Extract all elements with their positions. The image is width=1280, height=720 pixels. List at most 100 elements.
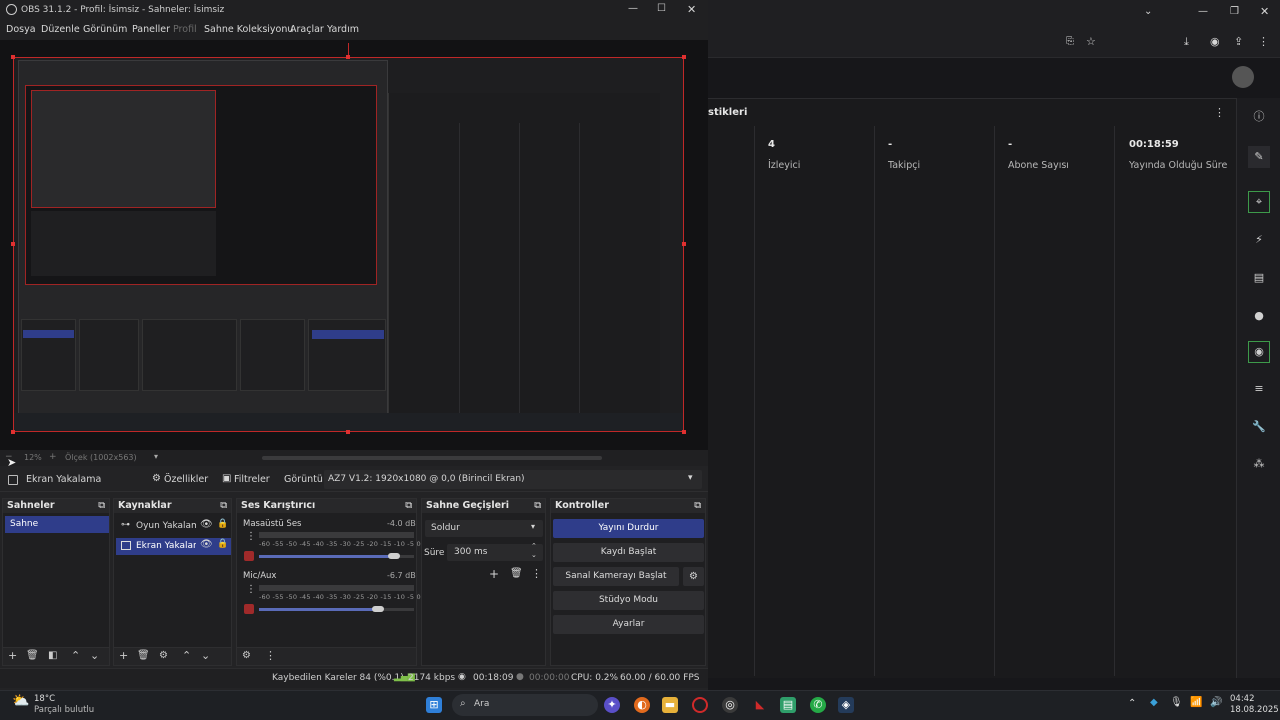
zoom-scale[interactable]: Ölçek (1002x563) xyxy=(65,453,137,462)
menu-file[interactable]: Dosya xyxy=(6,24,36,35)
filters-button[interactable]: Filtreler xyxy=(234,474,270,485)
eye-icon[interactable]: 👁 xyxy=(200,539,213,550)
kebab-icon[interactable]: ⋮ xyxy=(265,649,276,662)
volume-slider-handle[interactable] xyxy=(388,553,400,559)
kebab-icon[interactable]: ⋮ xyxy=(246,584,256,595)
move-up-icon[interactable]: ⌃ xyxy=(71,649,80,662)
preview-capture[interactable] xyxy=(13,57,684,432)
layers-icon[interactable]: ≡ xyxy=(1251,381,1267,397)
pencil-icon[interactable]: ✎ xyxy=(1248,146,1270,168)
app-icon[interactable]: ◣ xyxy=(752,697,768,713)
share-icon[interactable]: ⇪ xyxy=(1234,35,1243,48)
bolt-icon[interactable]: ⚡ xyxy=(1251,232,1267,248)
studio-mode-button[interactable]: Stüdyo Modu xyxy=(553,591,704,610)
download-icon[interactable]: ⤓ xyxy=(1184,35,1189,49)
scene-item[interactable]: Sahne xyxy=(5,516,109,533)
menu-scene-collection[interactable]: Sahne Koleksiyonu xyxy=(204,24,293,35)
undock-icon[interactable]: ⧉ xyxy=(220,499,227,513)
resize-handle[interactable] xyxy=(11,242,15,246)
source-item[interactable]: ⊶ Oyun Yakalama 👁 🔒 xyxy=(116,518,231,535)
speaker-icon[interactable]: 🔊 xyxy=(1210,697,1222,708)
trash-icon[interactable]: 🗑 xyxy=(26,650,39,661)
filters-icon[interactable]: ◧ xyxy=(48,650,57,661)
weather-icon[interactable]: ⛅ xyxy=(12,693,29,709)
resize-handle[interactable] xyxy=(682,430,686,434)
minimize-icon[interactable]: — xyxy=(628,3,638,14)
chat-icon[interactable]: ● xyxy=(1251,308,1267,324)
star-icon[interactable]: ☆ xyxy=(1086,35,1096,48)
volume-slider-handle[interactable] xyxy=(372,606,384,612)
chevron-up-icon[interactable]: ⌃ xyxy=(531,542,537,550)
resize-handle[interactable] xyxy=(682,242,686,246)
copilot-icon[interactable]: ✦ xyxy=(604,697,620,713)
nodes-icon[interactable]: ⁂ xyxy=(1251,456,1267,472)
undock-icon[interactable]: ⧉ xyxy=(98,499,105,513)
trash-icon[interactable]: 🗑 xyxy=(137,650,150,661)
duration-stepper[interactable]: 300 ms ⌃ ⌄ xyxy=(447,542,543,561)
undock-icon[interactable]: ⧉ xyxy=(534,499,541,513)
obs-icon[interactable]: ◎ xyxy=(722,697,738,713)
opera-icon[interactable] xyxy=(692,697,708,713)
document-icon[interactable]: ▤ xyxy=(1251,270,1267,286)
wifi-icon[interactable]: 📶 xyxy=(1190,697,1202,708)
install-icon[interactable]: ⎘ xyxy=(1066,36,1074,47)
notes-icon[interactable]: ▤ xyxy=(780,697,796,713)
close-icon[interactable]: ✕ xyxy=(1260,5,1269,18)
resize-handle[interactable] xyxy=(682,55,686,59)
gear-icon[interactable]: ⚙ xyxy=(159,650,168,661)
restore-icon[interactable]: ❐ xyxy=(1230,6,1239,17)
kebab-icon[interactable]: ⋮ xyxy=(531,567,542,580)
resize-handle[interactable] xyxy=(346,55,350,59)
menu-profile[interactable]: Profil xyxy=(173,24,197,35)
settings-button[interactable]: Ayarlar xyxy=(553,615,704,634)
extension-icon[interactable]: ◉ xyxy=(1210,35,1220,48)
gear-icon[interactable]: ⚙ xyxy=(152,473,161,484)
chevron-down-icon[interactable]: ⌄ xyxy=(1144,6,1152,17)
menu-tools[interactable]: Araçlar xyxy=(290,24,324,35)
microphone-icon[interactable]: 🎙 xyxy=(1170,697,1183,708)
move-down-icon[interactable]: ⌄ xyxy=(90,649,99,662)
move-up-icon[interactable]: ⌃ xyxy=(182,649,191,662)
clock-time[interactable]: 04:42 xyxy=(1230,694,1255,704)
file-explorer-icon[interactable]: ▬ xyxy=(662,697,678,713)
more-options-icon[interactable]: ⋮ xyxy=(1214,106,1225,119)
add-icon[interactable]: + xyxy=(8,649,17,662)
move-down-icon[interactable]: ⌄ xyxy=(201,649,210,662)
add-icon[interactable]: + xyxy=(489,567,499,581)
properties-button[interactable]: Özellikler xyxy=(164,474,208,485)
add-icon[interactable]: + xyxy=(119,649,128,662)
zoom-in-icon[interactable]: + xyxy=(49,452,57,462)
gear-icon[interactable]: ⚙ xyxy=(242,650,251,661)
chevron-down-icon[interactable]: ⌄ xyxy=(531,551,537,559)
firefox-icon[interactable]: ◐ xyxy=(634,697,650,713)
whatsapp-icon[interactable]: ✆ xyxy=(810,697,826,713)
menu-icon[interactable]: ⋮ xyxy=(1258,35,1269,48)
rotation-handle[interactable] xyxy=(348,43,349,55)
lock-icon[interactable]: 🔒 xyxy=(217,519,228,529)
minimize-icon[interactable]: — xyxy=(1198,6,1208,17)
resize-handle[interactable] xyxy=(11,430,15,434)
display-select[interactable]: AZ7 V1.2: 1920x1080 @ 0,0 (Birincil Ekra… xyxy=(324,470,702,489)
focus-icon[interactable]: ⌖ xyxy=(1248,191,1270,213)
steam-icon[interactable]: ◈ xyxy=(838,697,854,713)
lock-icon[interactable]: 🔒 xyxy=(217,539,228,549)
resize-handle[interactable] xyxy=(11,55,15,59)
horizontal-scrollbar[interactable] xyxy=(262,456,602,460)
start-virtual-camera-button[interactable]: Sanal Kamerayı Başlat xyxy=(553,567,679,586)
filter-icon[interactable]: ▣ xyxy=(222,473,231,484)
gear-icon[interactable]: ⚙ xyxy=(683,567,704,586)
info-icon[interactable]: ⓘ xyxy=(1251,109,1267,125)
chevron-up-icon[interactable]: ⌃ xyxy=(1128,698,1136,709)
kebab-icon[interactable]: ⋮ xyxy=(246,531,256,542)
maximize-icon[interactable]: ☐ xyxy=(657,3,666,14)
undock-icon[interactable]: ⧉ xyxy=(694,499,701,513)
broadcast-icon[interactable]: ◉ xyxy=(1248,341,1270,363)
search-box[interactable]: ⌕ Ara xyxy=(452,694,598,716)
menu-edit[interactable]: Düzenle xyxy=(41,24,80,35)
source-item-selected[interactable]: Ekran Yakalama 👁 🔒 xyxy=(116,538,231,555)
windows-start-icon[interactable]: ⊞ xyxy=(426,697,442,713)
transition-select[interactable]: Soldur ▾ xyxy=(425,520,543,537)
avatar[interactable] xyxy=(1232,66,1254,88)
mute-icon[interactable] xyxy=(244,604,254,614)
eye-icon[interactable]: 👁 xyxy=(200,519,213,530)
